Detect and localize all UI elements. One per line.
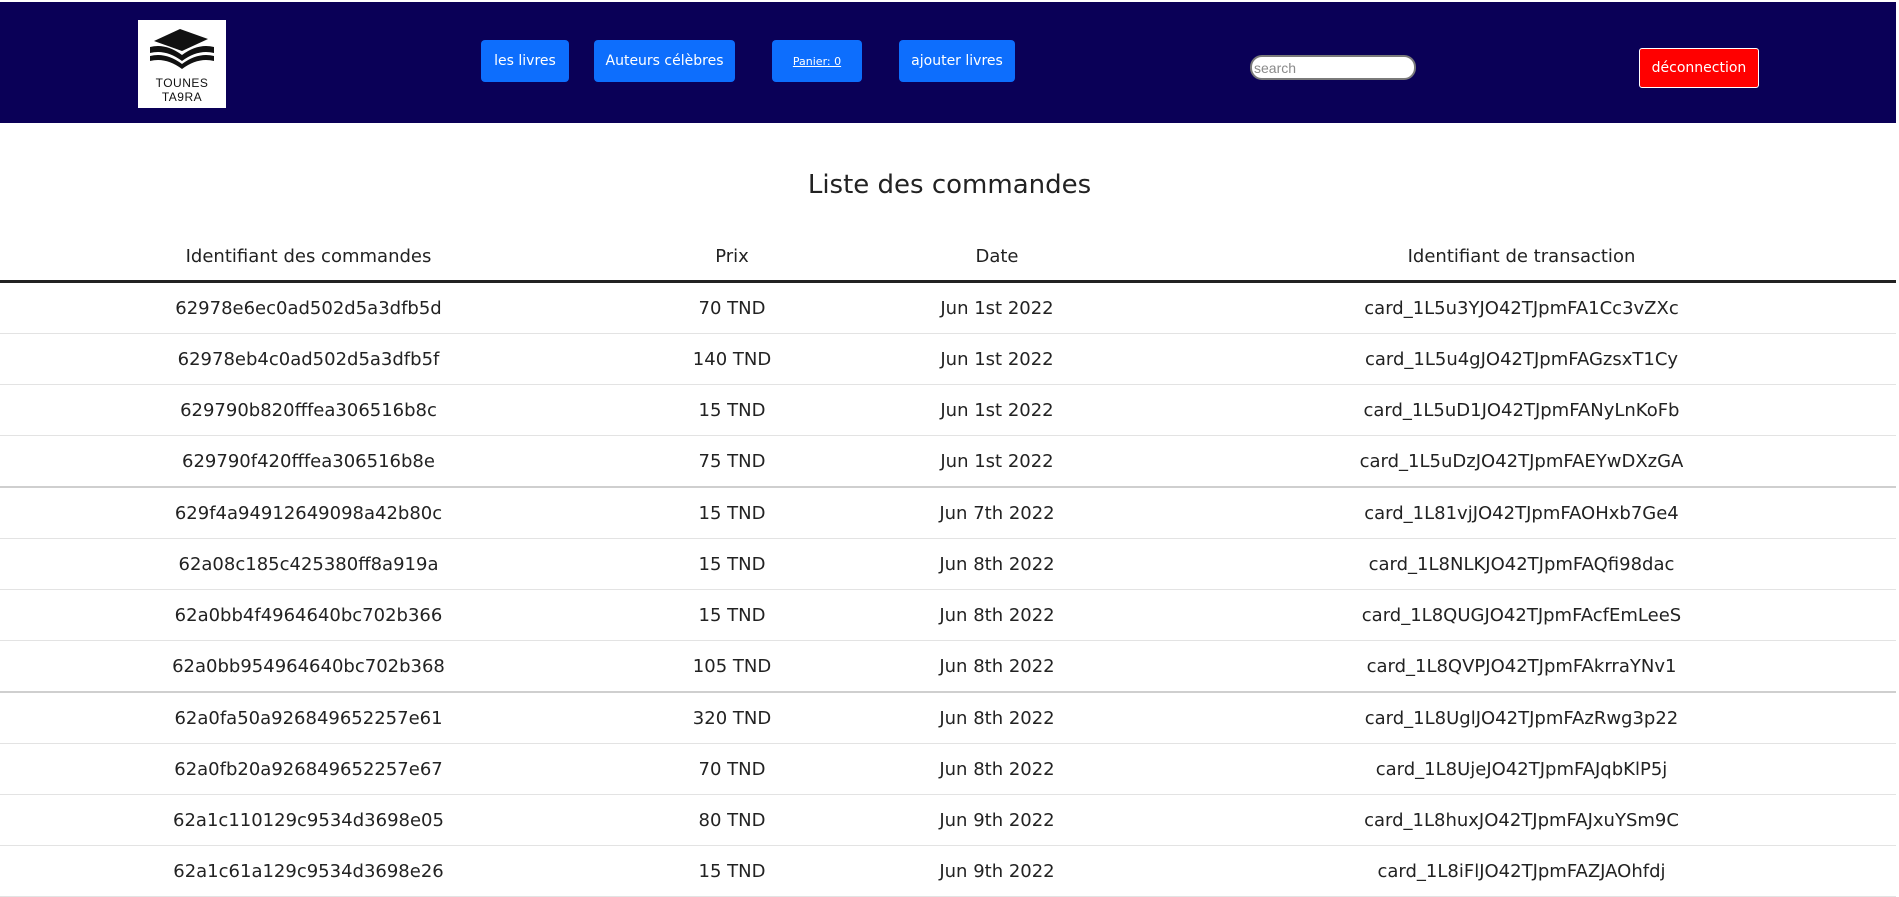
- date-cell: Jun 1st 2022: [847, 384, 1147, 436]
- price-cell: 70 TND: [617, 281, 847, 334]
- table-row: 62978eb4c0ad502d5a3dfb5f 140 TND Jun 1st…: [0, 333, 1896, 385]
- table-row: 62a1c110129c9534d3698e05 80 TND Jun 9th …: [0, 794, 1896, 846]
- price-cell: 320 TND: [617, 692, 847, 744]
- transaction-id-cell: card_1L8iFlJO42TJpmFAZJAOhfdj: [1147, 845, 1896, 897]
- date-cell: Jun 1st 2022: [847, 435, 1147, 488]
- page-title: Liste des commandes: [807, 170, 1092, 200]
- order-id-cell: 629f4a94912649098a42b80c: [0, 487, 617, 539]
- column-header-transaction-id: Identifiant de transaction: [1147, 233, 1896, 283]
- transaction-id-cell: card_1L5u3YJO42TJpmFA1Cc3vZXc: [1147, 281, 1896, 334]
- date-cell: Jun 1st 2022: [847, 333, 1147, 385]
- table-header-row: Identifiant des commandes Prix Date Iden…: [0, 233, 1896, 283]
- order-id-cell: 62a1c61a129c9534d3698e26: [0, 845, 617, 897]
- price-cell: 80 TND: [617, 794, 847, 846]
- order-id-cell: 62978e6ec0ad502d5a3dfb5d: [0, 281, 617, 334]
- price-cell: 15 TND: [617, 538, 847, 590]
- transaction-id-cell: card_1L8UglJO42TJpmFAzRwg3p22: [1147, 692, 1896, 744]
- table-row: 629790b820fffea306516b8c 15 TND Jun 1st …: [0, 384, 1896, 436]
- book-logo-icon: [150, 29, 214, 69]
- order-id-cell: 629790f420fffea306516b8e: [0, 435, 617, 488]
- transaction-id-cell: card_1L8QVPJO42TJpmFAkrraYNv1: [1147, 640, 1896, 693]
- order-id-cell: 62a0bb954964640bc702b368: [0, 640, 617, 693]
- price-cell: 15 TND: [617, 384, 847, 436]
- price-cell: 70 TND: [617, 743, 847, 795]
- column-header-order-id: Identifiant des commandes: [0, 233, 617, 283]
- logout-button[interactable]: déconnection: [1639, 48, 1759, 88]
- date-cell: Jun 8th 2022: [847, 589, 1147, 641]
- transaction-id-cell: card_1L5uD1JO42TJpmFANyLnKoFb: [1147, 384, 1896, 436]
- date-cell: Jun 8th 2022: [847, 538, 1147, 590]
- order-id-cell: 62a0fa50a926849652257e61: [0, 692, 617, 744]
- date-cell: Jun 8th 2022: [847, 640, 1147, 693]
- transaction-id-cell: card_1L8huxJO42TJpmFAJxuYSm9C: [1147, 794, 1896, 846]
- table-row: 62a08c185c425380ff8a919a 15 TND Jun 8th …: [0, 538, 1896, 590]
- transaction-id-cell: card_1L8NLKJO42TJpmFAQfi98dac: [1147, 538, 1896, 590]
- price-cell: 105 TND: [617, 640, 847, 693]
- date-cell: Jun 9th 2022: [847, 794, 1147, 846]
- price-cell: 15 TND: [617, 487, 847, 539]
- table-row: 62a0bb4f4964640bc702b366 15 TND Jun 8th …: [0, 589, 1896, 641]
- nav-cart-button[interactable]: Panier: 0: [772, 40, 862, 82]
- order-id-cell: 62a1c110129c9534d3698e05: [0, 794, 617, 846]
- date-cell: Jun 9th 2022: [847, 845, 1147, 897]
- column-header-price: Prix: [617, 233, 847, 283]
- transaction-id-cell: card_1L8UjeJO42TJpmFAJqbKlP5j: [1147, 743, 1896, 795]
- nav-books-button[interactable]: les livres: [481, 40, 569, 82]
- nav-add-books-button[interactable]: ajouter livres: [899, 40, 1015, 82]
- site-logo[interactable]: TOUNES TA9RA: [138, 20, 226, 108]
- transaction-id-cell: card_1L81vjJO42TJpmFAOHxb7Ge4: [1147, 487, 1896, 539]
- date-cell: Jun 8th 2022: [847, 692, 1147, 744]
- table-row: 62a1c61a129c9534d3698e26 15 TND Jun 9th …: [0, 845, 1896, 897]
- transaction-id-cell: card_1L5u4gJO42TJpmFAGzsxT1Cy: [1147, 333, 1896, 385]
- price-cell: 75 TND: [617, 435, 847, 488]
- top-navbar: TOUNES TA9RA les livres Auteurs célèbres…: [0, 2, 1896, 123]
- logo-text-top: TOUNES: [155, 76, 209, 90]
- table-row: 629790f420fffea306516b8e 75 TND Jun 1st …: [0, 435, 1896, 488]
- search-input[interactable]: [1250, 55, 1416, 80]
- table-row: 62a0bb954964640bc702b368 105 TND Jun 8th…: [0, 640, 1896, 693]
- orders-table: Identifiant des commandes Prix Date Iden…: [0, 233, 1896, 897]
- price-cell: 15 TND: [617, 845, 847, 897]
- date-cell: Jun 7th 2022: [847, 487, 1147, 539]
- order-id-cell: 62a08c185c425380ff8a919a: [0, 538, 617, 590]
- price-cell: 15 TND: [617, 589, 847, 641]
- order-id-cell: 62a0bb4f4964640bc702b366: [0, 589, 617, 641]
- price-cell: 140 TND: [617, 333, 847, 385]
- date-cell: Jun 1st 2022: [847, 281, 1147, 334]
- date-cell: Jun 8th 2022: [847, 743, 1147, 795]
- table-row: 62a0fb20a926849652257e67 70 TND Jun 8th …: [0, 743, 1896, 795]
- transaction-id-cell: card_1L5uDzJO42TJpmFAEYwDXzGA: [1147, 435, 1896, 488]
- logo-text-bottom: TA9RA: [161, 90, 203, 104]
- order-id-cell: 629790b820fffea306516b8c: [0, 384, 617, 436]
- table-row: 62978e6ec0ad502d5a3dfb5d 70 TND Jun 1st …: [0, 281, 1896, 334]
- transaction-id-cell: card_1L8QUGJO42TJpmFAcfEmLeeS: [1147, 589, 1896, 641]
- nav-authors-button[interactable]: Auteurs célèbres: [594, 40, 735, 82]
- order-id-cell: 62978eb4c0ad502d5a3dfb5f: [0, 333, 617, 385]
- table-row: 62a0fa50a926849652257e61 320 TND Jun 8th…: [0, 692, 1896, 744]
- order-id-cell: 62a0fb20a926849652257e67: [0, 743, 617, 795]
- column-header-date: Date: [847, 233, 1147, 283]
- table-row: 629f4a94912649098a42b80c 15 TND Jun 7th …: [0, 487, 1896, 539]
